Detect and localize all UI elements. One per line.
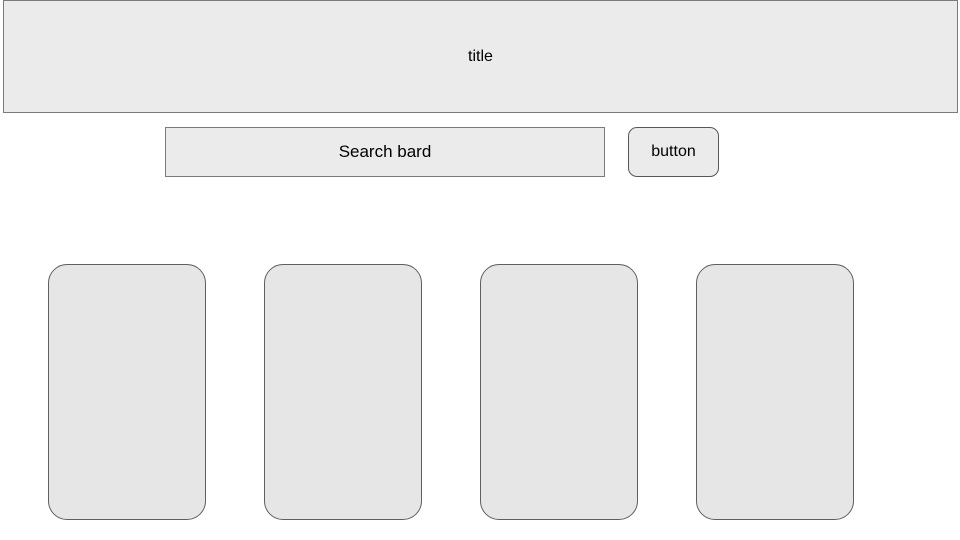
- card[interactable]: [480, 264, 638, 520]
- card[interactable]: [48, 264, 206, 520]
- page-title: title: [468, 48, 493, 66]
- card[interactable]: [264, 264, 422, 520]
- card[interactable]: [696, 264, 854, 520]
- header: title: [3, 0, 958, 113]
- search-button[interactable]: button: [628, 127, 719, 177]
- card-list: [48, 264, 854, 520]
- search-input[interactable]: [165, 127, 605, 177]
- search-row: button: [165, 127, 719, 177]
